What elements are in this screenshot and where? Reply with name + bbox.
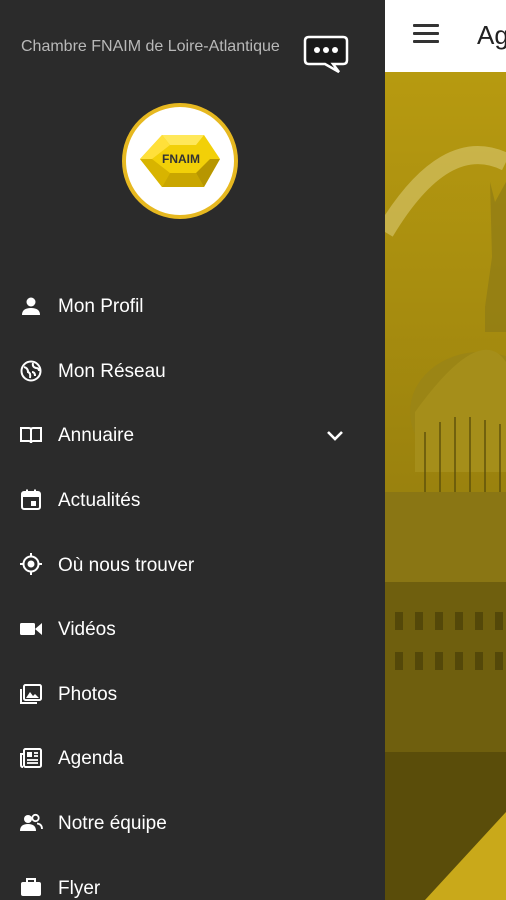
video-camera-icon xyxy=(19,617,43,641)
menu-item-mon-profil[interactable]: Mon Profil xyxy=(0,275,385,340)
calendar-icon xyxy=(19,488,43,512)
menu-item-label: Photos xyxy=(58,683,118,705)
menu-item-label: Agenda xyxy=(58,748,124,770)
menu-item-label: Mon Réseau xyxy=(58,360,166,382)
menu-item-label: Vidéos xyxy=(58,619,116,641)
page-title: Ag xyxy=(477,20,506,50)
menu-item-actualites[interactable]: Actualités xyxy=(0,469,385,534)
menu-item-videos[interactable]: Vidéos xyxy=(0,598,385,663)
menu-item-label: Flyer xyxy=(58,877,101,899)
briefcase-icon xyxy=(19,875,43,899)
logo-text: FNAIM xyxy=(162,152,200,166)
team-icon xyxy=(19,811,43,835)
menu-item-mon-reseau[interactable]: Mon Réseau xyxy=(0,340,385,405)
menu-item-photos[interactable]: Photos xyxy=(0,663,385,728)
globe-icon xyxy=(19,359,43,383)
book-icon xyxy=(19,423,43,447)
menu-item-label: Annuaire xyxy=(58,425,135,447)
menu-item-notre-equipe[interactable]: Notre équipe xyxy=(0,792,385,857)
menu-item-label: Mon Profil xyxy=(58,296,144,318)
chevron-down-icon[interactable] xyxy=(324,424,346,446)
hamburger-menu-icon[interactable] xyxy=(413,24,439,48)
menu-item-label: Actualités xyxy=(58,490,141,512)
chat-bubble-icon[interactable] xyxy=(303,34,349,74)
person-icon xyxy=(19,294,43,318)
hero-image xyxy=(385,72,506,900)
newspaper-icon xyxy=(19,746,43,770)
menu-item-annuaire[interactable]: Annuaire xyxy=(0,404,385,469)
menu-item-flyer[interactable]: Flyer xyxy=(0,856,385,900)
menu-item-ou-nous-trouver[interactable]: Où nous trouver xyxy=(0,533,385,598)
app-header: Ag xyxy=(385,0,506,72)
drawer-menu: Mon Profil Mon Réseau Annuaire Actualité… xyxy=(0,275,385,900)
photos-icon xyxy=(19,682,43,706)
brand-title: Chambre FNAIM de Loire-Atlantique xyxy=(21,38,280,55)
navigation-drawer: Chambre FNAIM de Loire-Atlantique FNAIM … xyxy=(0,0,385,900)
menu-item-label: Où nous trouver xyxy=(58,554,195,576)
menu-item-agenda[interactable]: Agenda xyxy=(0,727,385,792)
location-icon xyxy=(19,552,43,576)
menu-item-label: Notre équipe xyxy=(58,813,167,835)
fnaim-logo: FNAIM xyxy=(122,103,238,219)
